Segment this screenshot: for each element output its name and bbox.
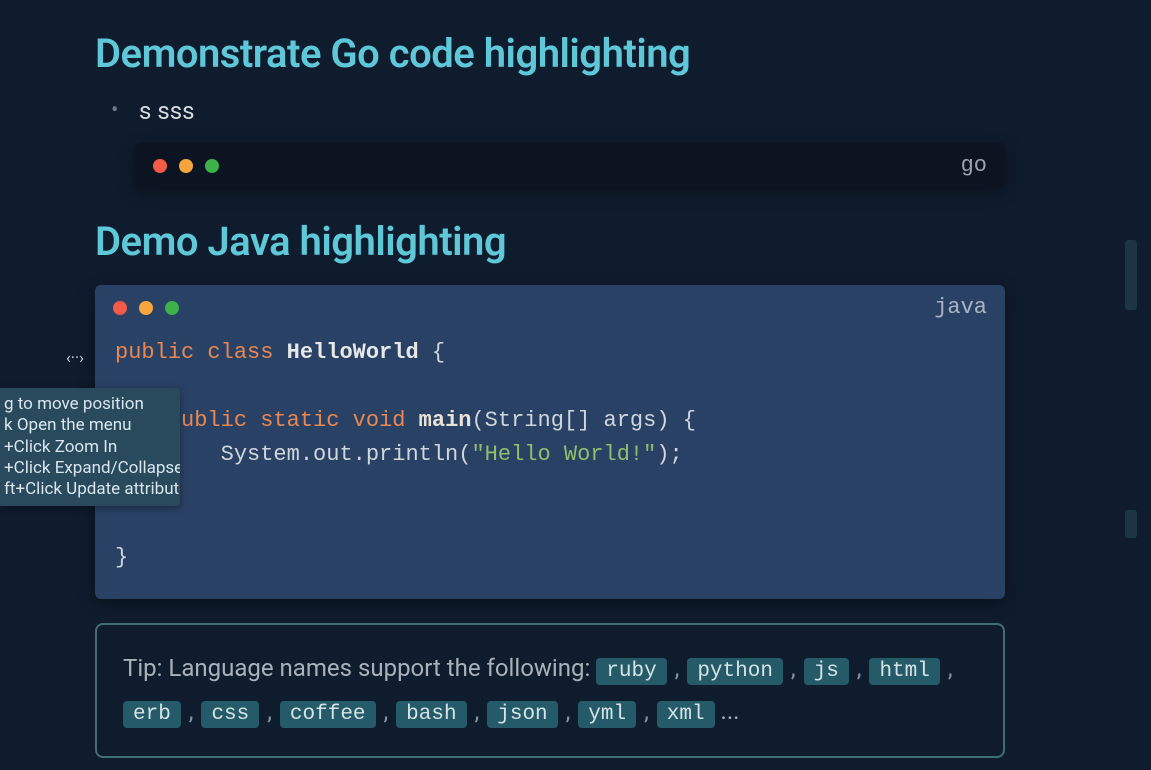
window-minimize-icon[interactable] (179, 159, 193, 173)
language-pill: yml (578, 701, 636, 728)
go-bullet-list: s sss (95, 97, 1005, 125)
separator: , (560, 697, 577, 725)
separator: , (669, 654, 686, 682)
separator: , (942, 654, 953, 682)
tooltip-line: +Click Zoom In (4, 437, 172, 458)
tooltip-line: +Click Expand/Collapse (4, 458, 172, 479)
language-pill: erb (123, 701, 181, 728)
scroll-thumb[interactable] (1125, 510, 1137, 538)
code-titlebar: go (135, 143, 1005, 188)
heading-java[interactable]: Demo Java highlighting (95, 218, 1005, 265)
language-pill: css (201, 701, 259, 728)
language-label: go (961, 153, 987, 178)
language-pill: ruby (596, 658, 666, 685)
tooltip-line: g to move position (4, 394, 172, 415)
language-pill: python (687, 658, 783, 685)
heading-go[interactable]: Demonstrate Go code highlighting (95, 30, 1005, 77)
separator: , (261, 697, 278, 725)
tip-prefix: Tip: Language names support the followin… (123, 654, 596, 682)
traffic-lights (153, 159, 219, 173)
window-minimize-icon[interactable] (139, 301, 153, 315)
tooltip-line: k Open the menu (4, 415, 172, 436)
list-item: s sss (117, 97, 1005, 125)
traffic-lights (113, 301, 179, 315)
language-label: java (934, 295, 987, 320)
code-titlebar: java (95, 285, 1005, 330)
window-close-icon[interactable] (113, 301, 127, 315)
separator: , (469, 697, 486, 725)
language-pill: xml (657, 701, 715, 728)
tip-suffix: ... (715, 697, 740, 725)
tooltip-line: ft+Click Update attribute (4, 479, 172, 500)
language-pill: bash (396, 701, 466, 728)
language-pill: html (869, 658, 939, 685)
helper-tooltip: g to move positionk Open the menu+Click … (0, 388, 180, 506)
separator: , (785, 654, 802, 682)
separator: , (183, 697, 200, 725)
language-pill: json (487, 701, 557, 728)
language-pill: js (804, 658, 849, 685)
separator: , (851, 654, 868, 682)
code-block-java: java public class HelloWorld { public st… (95, 285, 1005, 599)
tip-callout: Tip: Language names support the followin… (95, 623, 1005, 759)
window-maximize-icon[interactable] (205, 159, 219, 173)
scroll-thumb[interactable] (1125, 240, 1137, 310)
code-body-java[interactable]: public class HelloWorld { public static … (95, 330, 1005, 599)
resize-handle-icon[interactable]: ‹··› (66, 348, 84, 367)
language-pill: coffee (280, 701, 376, 728)
window-maximize-icon[interactable] (165, 301, 179, 315)
window-close-icon[interactable] (153, 159, 167, 173)
separator: , (378, 697, 395, 725)
scrollbar[interactable] (1125, 30, 1137, 770)
separator: , (638, 697, 655, 725)
code-block-go: go (135, 143, 1005, 188)
